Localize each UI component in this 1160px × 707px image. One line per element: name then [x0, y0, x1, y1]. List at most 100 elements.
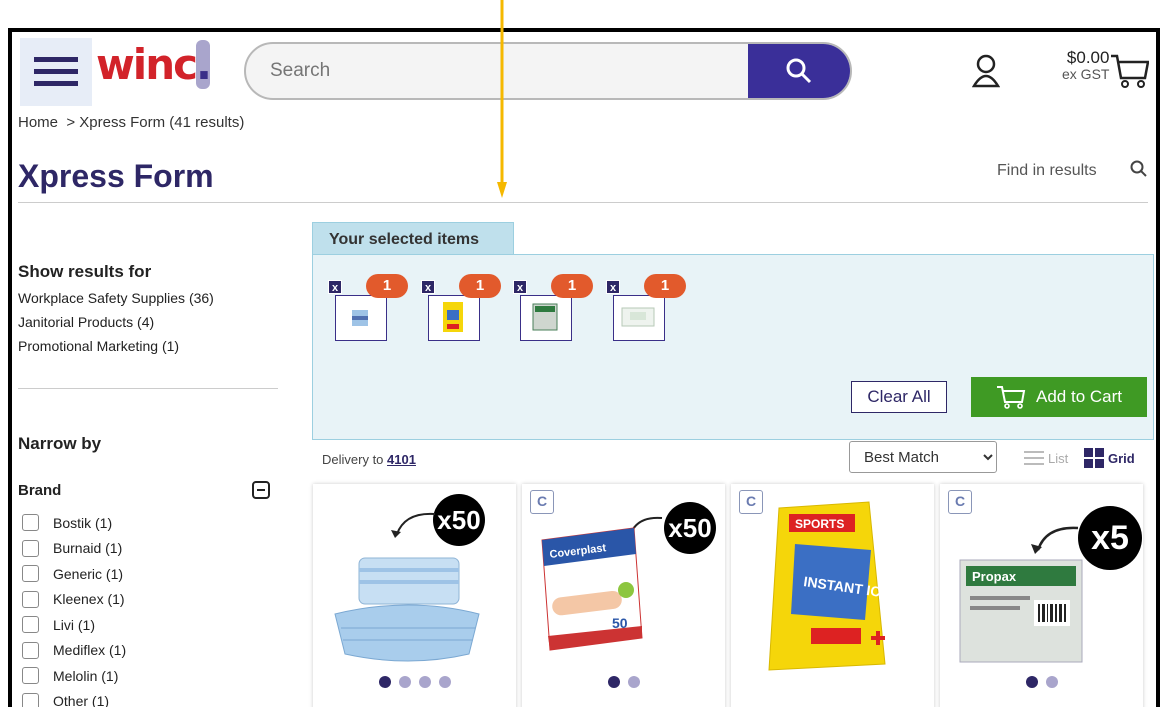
quantity-badge: 1 [366, 274, 408, 298]
brand-option[interactable]: Livi (1) [22, 612, 126, 638]
selected-item-thumbnail[interactable]: x 1 [606, 274, 686, 341]
selected-items-panel: x 1 x 1 x 1 x 1 Clear All Add to Cart [312, 254, 1154, 440]
product-card[interactable]: C x5 Propax [940, 484, 1143, 707]
narrow-by-heading: Narrow by [18, 434, 102, 453]
annotation-arrow [497, 0, 507, 200]
breadcrumb-current: Xpress Form (41 results) [79, 114, 245, 131]
propax-product-image: Propax [959, 559, 1083, 663]
hamburger-menu-button[interactable] [20, 38, 92, 106]
category-link[interactable]: Workplace Safety Supplies (36) [18, 290, 282, 306]
brand-filter-list: Bostik (1) Burnaid (1) Generic (1) Kleen… [22, 510, 126, 707]
brand-label: Bostik (1) [53, 514, 113, 531]
brand-option[interactable]: Bostik (1) [22, 510, 126, 536]
remove-item-icon[interactable]: x [328, 280, 342, 294]
brand-filter-heading: Brand [18, 482, 62, 499]
find-in-results-input[interactable]: Find in results [997, 162, 1097, 180]
brand-label: Melolin (1) [53, 667, 119, 684]
cart-button[interactable]: $0.00 ex GST [1062, 49, 1150, 90]
pack-brand-text: SPORTS [795, 517, 844, 531]
list-label: List [1048, 450, 1069, 466]
clear-all-button[interactable]: Clear All [851, 381, 947, 413]
brand-option[interactable]: Burnaid (1) [22, 536, 126, 562]
brand-option[interactable]: Melolin (1) [22, 663, 126, 689]
checkbox[interactable] [22, 514, 39, 532]
breadcrumb-separator: > [66, 114, 76, 131]
brand-label: Mediflex (1) [53, 642, 127, 659]
brand-option[interactable]: Other (1) [22, 689, 126, 707]
account-button[interactable] [971, 54, 1001, 93]
brand-option[interactable]: Kleenex (1) [22, 587, 126, 613]
remove-item-icon[interactable]: x [513, 280, 527, 294]
add-to-cart-button[interactable]: Add to Cart [971, 377, 1147, 417]
carousel-dot[interactable] [438, 676, 451, 688]
search-input[interactable] [246, 44, 746, 98]
checkbox[interactable] [22, 539, 39, 557]
curved-arrow-icon [1031, 526, 1079, 554]
ice-pack-product-image [443, 302, 463, 332]
collapse-brand-icon[interactable] [252, 481, 270, 499]
cart-tax-label: ex GST [1062, 66, 1110, 82]
checkbox[interactable] [22, 616, 39, 634]
product-card[interactable]: C SPORTS INSTANT ICE [731, 484, 934, 707]
brand-label: Generic (1) [53, 565, 124, 582]
checkbox[interactable] [22, 692, 39, 707]
category-link[interactable]: Promotional Marketing (1) [18, 338, 282, 354]
curved-arrow-icon [391, 512, 436, 538]
user-icon [971, 54, 1001, 88]
instant-ice-product-image: SPORTS INSTANT ICE [768, 501, 891, 671]
product-card[interactable]: C x50 Coverplast 50 [522, 484, 725, 707]
carousel-dot[interactable] [627, 676, 640, 688]
image-carousel-dots [940, 676, 1143, 688]
product-card[interactable]: x50 [313, 484, 516, 707]
checkbox[interactable] [22, 641, 39, 659]
image-carousel-dots [522, 676, 725, 688]
grid-icon [1084, 448, 1104, 468]
wipes-product-image [621, 307, 655, 327]
selected-item-thumbnail[interactable]: x 1 [421, 274, 501, 341]
breadcrumb: Home > Xpress Form (41 results) [18, 114, 244, 131]
divider [18, 388, 278, 389]
site-header: winc. $0.00 ex GST [12, 32, 1156, 112]
carousel-dot[interactable] [607, 676, 620, 688]
brand-label: Kleenex (1) [53, 591, 125, 608]
catalogue-badge: C [530, 490, 554, 514]
show-results-heading: Show results for [18, 262, 152, 281]
list-view-toggle[interactable]: List [1024, 450, 1068, 466]
cart-icon [1111, 54, 1150, 88]
checkbox[interactable] [22, 590, 39, 608]
brand-option[interactable]: Generic (1) [22, 561, 126, 587]
find-search-icon[interactable] [1130, 160, 1148, 183]
brand-label: Other (1) [53, 693, 110, 707]
breadcrumb-home[interactable]: Home [18, 114, 58, 131]
browser-viewport: winc. $0.00 ex GST Home > Xpress Form (4… [8, 28, 1160, 707]
mask-product-image [352, 310, 368, 326]
checkbox[interactable] [22, 565, 39, 583]
menu-icon [34, 57, 78, 86]
search-bar [244, 42, 852, 100]
brand-label: Livi (1) [53, 616, 96, 633]
carousel-dot[interactable] [1045, 676, 1058, 688]
brand-option[interactable]: Mediflex (1) [22, 638, 126, 664]
catalogue-badge: C [739, 490, 763, 514]
search-icon [786, 58, 812, 84]
carousel-dot[interactable] [378, 676, 391, 688]
search-button[interactable] [748, 44, 850, 98]
carousel-dot[interactable] [398, 676, 411, 688]
selected-items-tab: Your selected items [312, 222, 514, 256]
delivery-postcode-link[interactable]: 4101 [387, 452, 416, 467]
delivery-label: Delivery to [322, 452, 384, 467]
cart-total: $0.00 ex GST [1062, 49, 1110, 90]
coverplast-product-image: Coverplast 50 [541, 527, 643, 651]
remove-item-icon[interactable]: x [606, 280, 620, 294]
sort-select[interactable]: Best Match [849, 441, 997, 473]
carousel-dot[interactable] [418, 676, 431, 688]
checkbox[interactable] [22, 667, 39, 685]
selected-item-thumbnail[interactable]: x 1 [513, 274, 593, 341]
grid-view-toggle[interactable]: Grid [1084, 448, 1135, 468]
winc-logo[interactable]: winc. [96, 40, 212, 89]
category-link[interactable]: Janitorial Products (4) [18, 314, 282, 330]
cart-icon [997, 386, 1026, 409]
carousel-dot[interactable] [1025, 676, 1038, 688]
selected-item-thumbnail[interactable]: x 1 [328, 274, 408, 341]
remove-item-icon[interactable]: x [421, 280, 435, 294]
